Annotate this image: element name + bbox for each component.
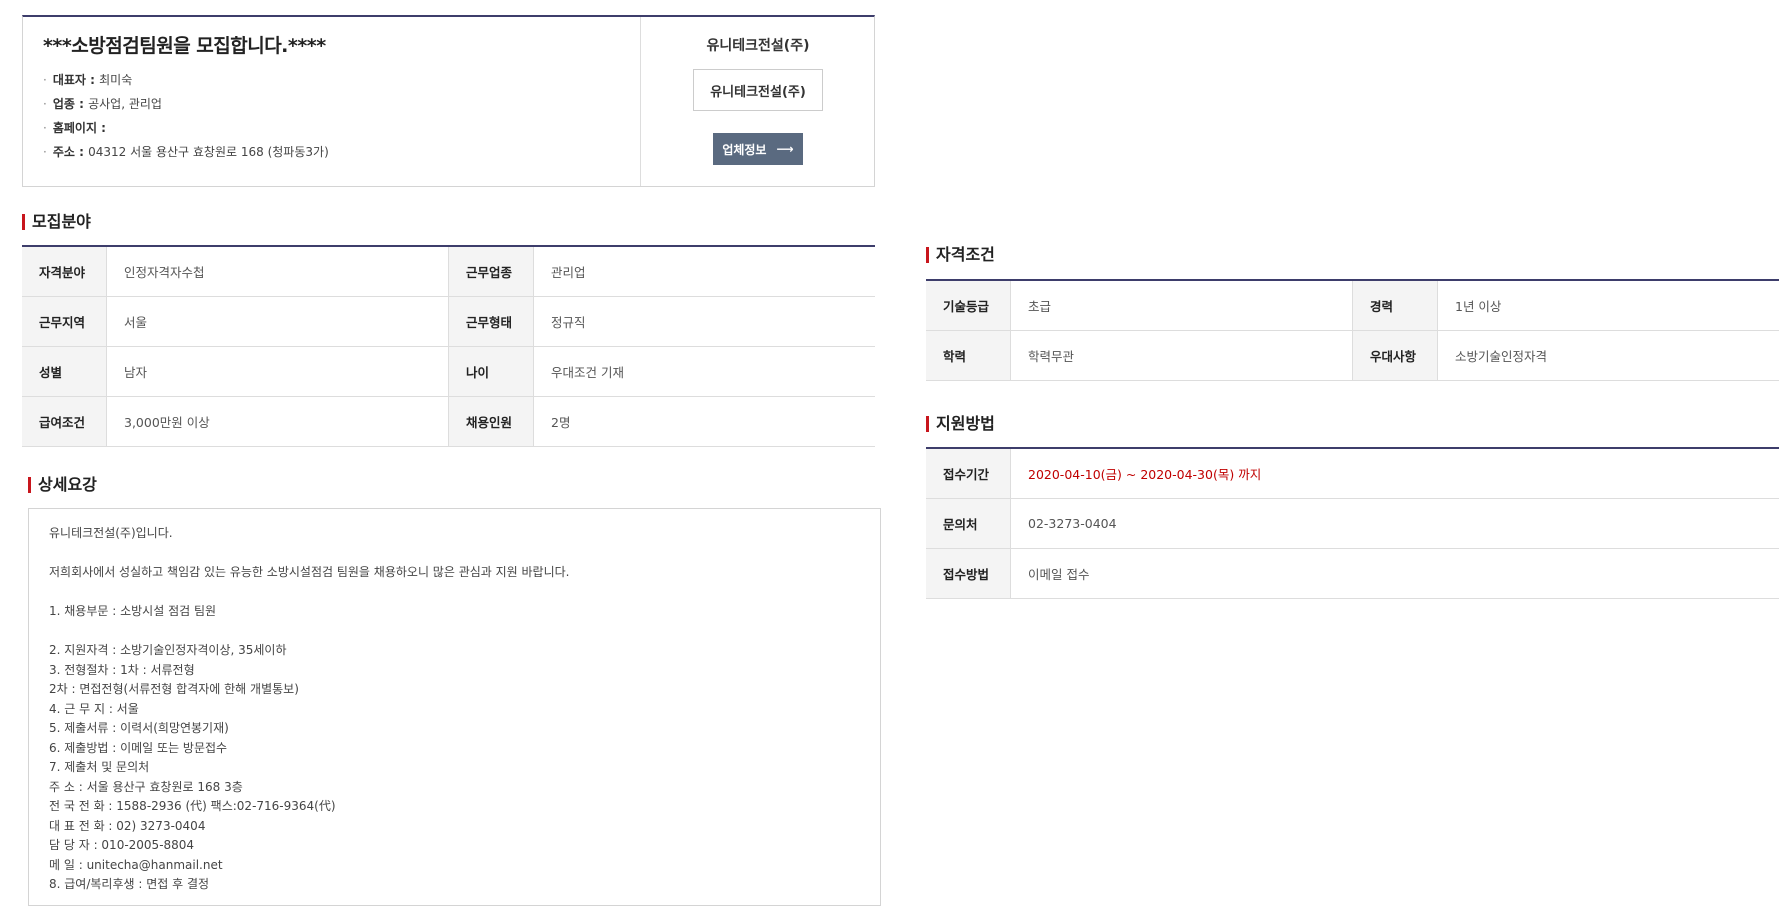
detail-line: 6. 제출방법 : 이메일 또는 방문접수 [49,740,228,755]
table-header-cell: 문의처 [926,499,1011,548]
table-row: 접수방법 이메일 접수 [926,549,1779,599]
table-header-cell: 학력 [926,331,1011,380]
table-header-cell: 접수방법 [926,549,1011,598]
table-header-cell: 나이 [449,347,534,396]
qualification-table: 기술등급 초급 경력 1년 이상 학력 학력무관 우대사항 소방기술인정자격 [926,279,1779,381]
detail-line: 대 표 전 화 : 02) 3273-0404 [49,818,206,833]
company-info-box: ***소방점검팀원을 모집합니다.**** · 대표자 : 최미숙 · 업종 : 공… [22,15,875,187]
table-value-cell: 이메일 접수 [1028,567,1090,582]
detail-email[interactable]: 메 일 : unitecha@hanmail.net [49,856,860,876]
company-info-button-label: 업체정보 [722,142,767,157]
info-label: 업종 [52,97,75,111]
company-info-button[interactable]: 업체정보 ⟶ [713,133,803,165]
table-row: 문의처 02-3273-0404 [926,499,1779,549]
detail-line: 8. 급여/복리후생 : 면접 후 결정 [49,877,210,891]
table-row: 급여조건 3,000만원 이상 채용인원 2명 [22,397,875,447]
detail-line [49,583,860,603]
company-name: 유니테크전설(주) [706,38,810,54]
table-value-cell: 관리업 [551,265,586,280]
info-industry: · 업종 : 공사업, 관리업 [43,97,162,111]
apply-period-value: 2020-04-10(금) ~ 2020-04-30(목) 까지 [1028,467,1262,482]
table-row: 근무지역 서울 근무형태 정규직 [22,297,875,347]
table-value-cell: 초급 [1011,281,1353,330]
qualification-section-title: 자격조건 [926,246,995,264]
detail-line: 3. 전형절차 : 1차 : 서류전형 [49,662,195,677]
info-label: 홈페이지 [52,121,97,135]
table-row: 성별 남자 나이 우대조건 기재 [22,347,875,397]
detail-line: 7. 제출처 및 문의처 [49,760,150,774]
table-header-cell: 자격분야 [22,247,107,296]
info-address: · 주소 : 04312 서울 용산구 효창원로 168 (청파동3가) [43,145,329,159]
table-row: 학력 학력무관 우대사항 소방기술인정자격 [926,331,1779,381]
table-row: 자격분야 인정자격자수첩 근무업종 관리업 [22,247,875,297]
detail-line: 5. 제출서류 : 이력서(희망연봉기재) [49,721,229,735]
detail-line: 담 당 자 : 010-2005-8804 [49,838,195,852]
detail-line: 주 소 : 서울 용산구 효창원로 168 3층 [49,779,243,794]
info-value: 04312 서울 용산구 효창원로 168 (청파동3가) [88,145,329,159]
info-value: 공사업, 관리업 [88,97,162,111]
detail-section-title: 상세요강 [28,476,97,494]
table-header-cell: 접수기간 [926,449,1011,498]
info-label: 주소 [52,145,75,159]
table-value-cell: 인정자격자수첩 [107,247,449,296]
arrow-right-icon: ⟶ [776,142,794,156]
table-header-cell: 근무지역 [22,297,107,346]
company-logo: 유니테크전설(주) [693,69,823,111]
table-value-cell: 1년 이상 [1455,299,1502,314]
table-row: 기술등급 초급 경력 1년 이상 [926,281,1779,331]
table-value-cell: 소방기술인정자격 [1455,349,1548,364]
apply-table: 접수기간 2020-04-10(금) ~ 2020-04-30(목) 까지 문의… [926,447,1779,599]
apply-section-title: 지원방법 [926,415,995,433]
table-value-cell: 정규직 [551,315,586,330]
detail-line: 2차 : 면접전형(서류전형 합격자에 한해 개별통보) [49,682,299,696]
info-label: 대표자 [52,73,86,87]
table-value-cell: 우대조건 기재 [551,365,624,380]
posting-title: ***소방점검팀원을 모집합니다.**** [43,35,326,57]
table-header-cell: 근무형태 [449,297,534,346]
table-value-cell: 학력무관 [1011,331,1353,380]
detail-line: 1. 채용부문 : 소방시설 점검 팀원 [49,604,217,618]
table-header-cell: 채용인원 [449,397,534,446]
info-homepage: · 홈페이지 : [43,121,106,135]
detail-line: 저희회사에서 성실하고 책임감 있는 유능한 소방시설점검 팀원을 채용하오니 … [49,565,570,579]
detail-line: 전 국 전 화 : 1588-2936 (代) 팩스:02-716-9364(代… [49,799,336,813]
table-header-cell: 우대사항 [1353,331,1438,380]
detail-line [49,622,860,642]
detail-line: 4. 근 무 지 : 서울 [49,701,139,716]
recruit-table: 자격분야 인정자격자수첩 근무업종 관리업 근무지역 서울 근무형태 정규직 성… [22,245,875,447]
table-header-cell: 급여조건 [22,397,107,446]
table-value-cell: 02-3273-0404 [1028,516,1117,531]
detail-line [49,544,860,564]
detail-line: 유니테크전설(주)입니다. [49,526,173,540]
table-header-cell: 성별 [22,347,107,396]
table-value-cell: 2명 [551,415,571,430]
table-header-cell: 근무업종 [449,247,534,296]
table-header-cell: 경력 [1353,281,1438,330]
table-header-cell: 기술등급 [926,281,1011,330]
table-value-cell: 남자 [107,347,449,396]
info-value: 최미숙 [99,73,133,87]
detail-line: 2. 지원자격 : 소방기술인정자격이상, 35세이하 [49,643,287,657]
info-ceo: · 대표자 : 최미숙 [43,73,133,87]
detail-content-box: 유니테크전설(주)입니다. 저희회사에서 성실하고 책임감 있는 유능한 소방시… [28,508,881,906]
company-side: 유니테크전설(주) 유니테크전설(주) 업체정보 ⟶ [642,17,874,186]
table-value-cell: 3,000만원 이상 [107,397,449,446]
table-row: 접수기간 2020-04-10(금) ~ 2020-04-30(목) 까지 [926,449,1779,499]
table-value-cell: 서울 [107,297,449,346]
recruit-section-title: 모집분야 [22,213,91,231]
company-summary: ***소방점검팀원을 모집합니다.**** · 대표자 : 최미숙 · 업종 : 공… [23,17,641,186]
